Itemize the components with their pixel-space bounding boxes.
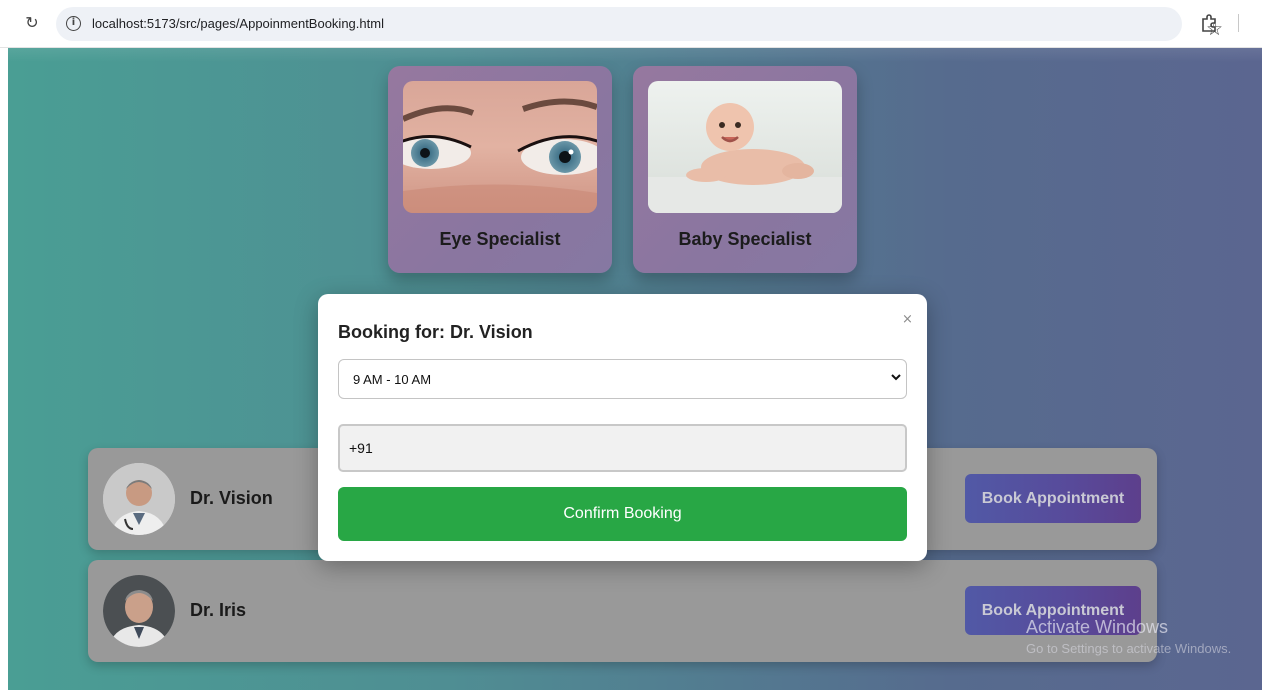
watermark-title: Activate Windows	[1026, 617, 1169, 637]
book-appointment-button[interactable]: Book Appointment	[965, 474, 1141, 523]
avatar	[103, 463, 175, 535]
specialist-card-baby[interactable]: Baby Specialist	[633, 66, 857, 273]
confirm-booking-button[interactable]: Confirm Booking	[338, 487, 907, 541]
doctor-name: Dr. Vision	[190, 488, 273, 508]
time-slot-select[interactable]: 9 AM - 10 AM	[338, 359, 907, 399]
time-slot-value: 9 AM - 10 AM	[353, 372, 432, 387]
close-icon[interactable]: ×	[902, 312, 913, 327]
doctor-row-iris: Dr. Iris Book Appointment	[88, 560, 1157, 662]
header-strip	[8, 48, 1262, 62]
specialist-card-eye[interactable]: Eye Specialist	[388, 66, 612, 273]
watermark-subtitle: Go to Settings to activate Windows.	[1026, 641, 1232, 656]
reload-icon[interactable]: ↻	[22, 13, 42, 33]
modal-title: Booking for: Dr. Vision	[338, 322, 533, 342]
browser-toolbar: ↻ i localhost:5173/src/pages/AppoinmentB…	[0, 0, 1262, 48]
url-text[interactable]: localhost:5173/src/pages/AppoinmentBooki…	[92, 16, 384, 31]
baby-photo	[648, 81, 842, 213]
chevron-down-icon	[891, 374, 901, 381]
phone-input[interactable]	[338, 424, 907, 472]
eyes-photo	[403, 81, 597, 213]
doctor-name: Dr. Iris	[190, 600, 247, 620]
booking-modal: Booking for: Dr. Vision × 9 AM - 10 AM C…	[318, 294, 927, 561]
info-icon[interactable]: i	[66, 16, 81, 31]
extensions-icon[interactable]	[1200, 13, 1218, 33]
windows-watermark: Activate Windows Go to Settings to activ…	[1026, 617, 1231, 656]
toolbar-divider	[1238, 14, 1239, 32]
specialist-label: Baby Specialist	[678, 229, 812, 249]
avatar	[103, 575, 175, 647]
address-bar[interactable]: i localhost:5173/src/pages/AppoinmentBoo…	[56, 7, 1223, 41]
specialist-label: Eye Specialist	[439, 229, 561, 249]
